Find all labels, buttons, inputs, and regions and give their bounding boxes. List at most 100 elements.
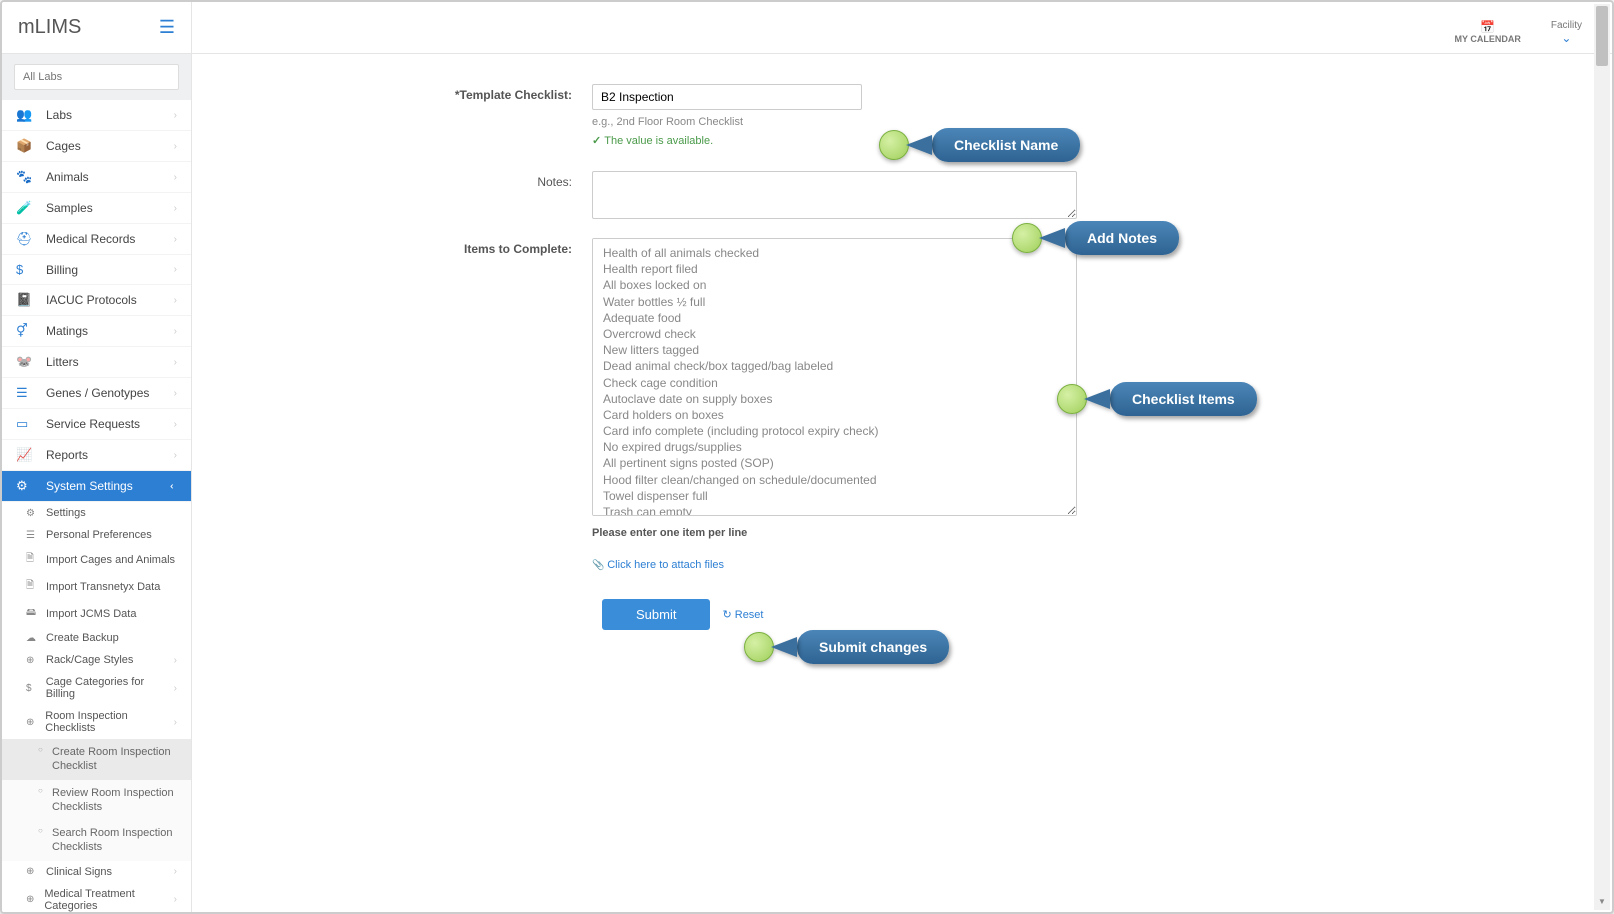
nav-label: Animals (46, 170, 89, 184)
vertical-scrollbar[interactable]: ▼ (1594, 4, 1610, 910)
nav-icon: ▭ (16, 416, 34, 432)
nav-icon: 🐭 (16, 354, 34, 370)
subnav-label: Import Cages and Animals (46, 554, 175, 566)
reset-button[interactable]: Reset (722, 608, 763, 621)
nav-item-animals[interactable]: 🐾Animals› (2, 162, 191, 193)
subnav-label: Import Transnetyx Data (46, 581, 160, 593)
subnav-item-clinical-signs[interactable]: ⊕Clinical Signs› (2, 861, 191, 883)
nav-label: Service Requests (46, 417, 140, 431)
items-hint: Please enter one item per line (592, 527, 1082, 539)
subsub-item-create-room-inspection-checklist[interactable]: Create Room Inspection Checklist (2, 739, 191, 780)
chevron-right-icon: › (174, 655, 177, 666)
nav-icon: 👥 (16, 107, 34, 123)
subnav-label: Medical Treatment Categories (44, 888, 173, 912)
subnav-item-cage-categories-for-billing[interactable]: $Cage Categories for Billing› (2, 671, 191, 705)
subnav-icon: ⊕ (26, 717, 39, 728)
chevron-right-icon: › (174, 357, 177, 368)
sidebar-header: mLIMS ☰ (2, 2, 191, 54)
app-root: mLIMS ☰ 👥Labs›📦Cages›🐾Animals›🧪Samples›⛑… (2, 2, 1612, 912)
subnav-item-import-transnetyx-data[interactable]: 🗎 Import Transnetyx Data (2, 573, 191, 600)
chevron-right-icon: › (174, 326, 177, 337)
lab-search-input[interactable] (14, 64, 179, 90)
subsubnav: Create Room Inspection ChecklistReview R… (2, 739, 191, 861)
scrollbar-thumb[interactable] (1596, 6, 1608, 66)
subnav-icon: ⊕ (26, 894, 38, 905)
row-items: Items to Complete: Please enter one item… (192, 238, 1612, 630)
label-template-checklist: *Template Checklist: (192, 84, 592, 102)
attach-files-link[interactable]: Click here to attach files (592, 559, 1082, 571)
top-bar: 📅 MY CALENDAR Facility ⌄ (192, 2, 1612, 54)
template-helper: e.g., 2nd Floor Room Checklist (592, 116, 1082, 128)
nav-icon: $ (16, 262, 34, 277)
lab-search-wrap (2, 54, 191, 100)
chevron-right-icon: ⌄ (167, 482, 178, 490)
chevron-right-icon: › (174, 419, 177, 430)
chevron-right-icon: › (174, 450, 177, 461)
nav-label: Matings (46, 324, 88, 338)
my-calendar-link[interactable]: 📅 MY CALENDAR (1455, 20, 1521, 44)
subnav-icon: 🗎 (26, 578, 40, 595)
nav-item-genes-genotypes[interactable]: ☰Genes / Genotypes› (2, 378, 191, 409)
subnav-item-rack-cage-styles[interactable]: ⊕Rack/Cage Styles› (2, 649, 191, 671)
nav-item-medical-records[interactable]: ⛑Medical Records› (2, 224, 191, 255)
subsub-item-search-room-inspection-checklists[interactable]: Search Room Inspection Checklists (2, 820, 191, 861)
nav-item-cages[interactable]: 📦Cages› (2, 131, 191, 162)
template-validation: The value is available. (592, 134, 1082, 147)
field-notes (592, 171, 1082, 222)
nav-label: System Settings (46, 479, 133, 493)
nav-item-service-requests[interactable]: ▭ Service Requests › (2, 409, 191, 440)
nav-item-litters[interactable]: 🐭Litters› (2, 347, 191, 378)
subnav-icon: 🗎 (26, 551, 40, 568)
app-frame: mLIMS ☰ 👥Labs›📦Cages›🐾Animals›🧪Samples›⛑… (0, 0, 1614, 914)
nav-label: Labs (46, 108, 72, 122)
submit-button[interactable]: Submit (602, 599, 710, 630)
nav-item-system-settings[interactable]: ⚙System Settings⌄ (2, 471, 191, 502)
nav-label: IACUC Protocols (46, 293, 137, 307)
label-notes: Notes: (192, 171, 592, 189)
subnav-item-medical-treatment-categories[interactable]: ⊕Medical Treatment Categories› (2, 883, 191, 912)
subnav-icon: ⚙ (26, 508, 40, 519)
facility-dropdown[interactable]: Facility ⌄ (1551, 20, 1582, 45)
form-actions: Submit Reset (592, 599, 1082, 630)
menu-toggle-icon[interactable]: ☰ (159, 17, 175, 38)
chevron-right-icon: › (174, 203, 177, 214)
nav-item-matings[interactable]: ⚥Matings› (2, 316, 191, 347)
callout-marker-icon (744, 632, 774, 662)
callout-tail-icon (771, 637, 797, 657)
subnav-label: Import JCMS Data (46, 608, 136, 620)
chevron-right-icon: › (174, 717, 177, 728)
chevron-right-icon: › (174, 264, 177, 275)
subnav-item-import-cages-and-animals[interactable]: 🗎 Import Cages and Animals (2, 546, 191, 573)
scroll-down-icon[interactable]: ▼ (1594, 894, 1610, 910)
nav-label: Samples (46, 201, 93, 215)
nav-item-labs[interactable]: 👥Labs› (2, 100, 191, 131)
subnav-item-create-backup[interactable]: ☁Create Backup (2, 627, 191, 649)
row-template-checklist: *Template Checklist: e.g., 2nd Floor Roo… (192, 84, 1612, 147)
subnav-icon: ☰ (26, 530, 40, 541)
brand-logo: mLIMS (18, 16, 81, 39)
settings-subnav: ⚙Settings☰Personal Preferences 🗎 Import Ca… (2, 502, 191, 912)
nav-label: Genes / Genotypes (46, 386, 149, 400)
sidebar: mLIMS ☰ 👥Labs›📦Cages›🐾Animals›🧪Samples›⛑… (2, 2, 192, 912)
nav-item-billing[interactable]: $ Billing › (2, 255, 191, 285)
subnav-item-settings[interactable]: ⚙Settings (2, 502, 191, 524)
chevron-right-icon: › (174, 234, 177, 245)
label-items: Items to Complete: (192, 238, 592, 256)
items-textarea[interactable] (592, 238, 1077, 516)
subnav-item-room-inspection-checklists[interactable]: ⊕Room Inspection Checklists› (2, 705, 191, 739)
subnav-item-personal-preferences[interactable]: ☰Personal Preferences (2, 524, 191, 546)
content-area: *Template Checklist: e.g., 2nd Floor Roo… (192, 54, 1612, 912)
nav-icon: 🧪 (16, 200, 34, 216)
field-items: Please enter one item per line Click her… (592, 238, 1082, 630)
nav-item-iacuc-protocols[interactable]: 📓IACUC Protocols› (2, 285, 191, 316)
nav-item-samples[interactable]: 🧪 Samples › (2, 193, 191, 224)
template-checklist-input[interactable] (592, 84, 862, 110)
nav-label: Billing (46, 263, 78, 277)
notes-textarea[interactable] (592, 171, 1077, 219)
subsub-item-review-room-inspection-checklists[interactable]: Review Room Inspection Checklists (2, 780, 191, 821)
nav-icon: 📈 (16, 447, 34, 463)
subnav-item-import-jcms-data[interactable]: 🖴Import JCMS Data (2, 600, 191, 627)
subnav-icon: ⊕ (26, 655, 40, 666)
chevron-right-icon: › (174, 683, 177, 694)
nav-item-reports[interactable]: 📈Reports› (2, 440, 191, 471)
